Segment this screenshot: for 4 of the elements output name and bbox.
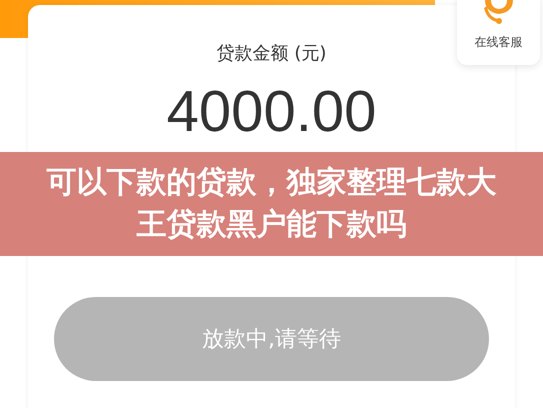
- loan-amount: 4000.00: [166, 83, 376, 141]
- customer-service-button[interactable]: 在线客服: [457, 0, 540, 65]
- article-title: 可以下款的贷款，独家整理七款大王贷款黑户能下款吗: [46, 164, 496, 244]
- amount-label: 贷款金额 (元): [216, 42, 326, 65]
